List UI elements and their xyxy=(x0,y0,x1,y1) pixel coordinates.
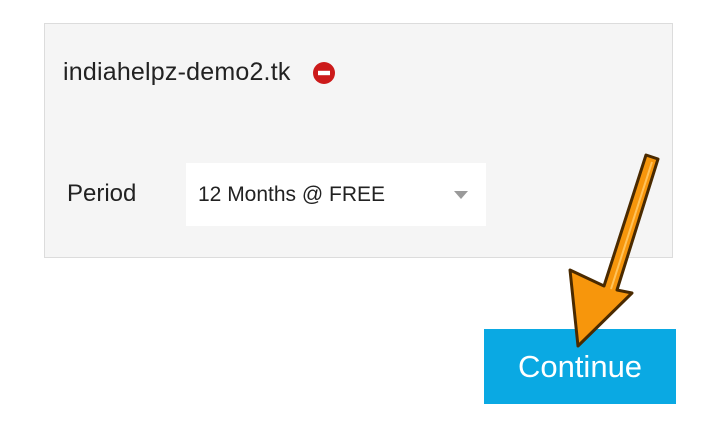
period-label: Period xyxy=(67,180,137,207)
remove-domain-icon[interactable] xyxy=(312,61,335,84)
domain-card: indiahelpz-demo2.tk Period 12 Months @ F… xyxy=(44,23,673,258)
period-selected-value: 12 Months @ FREE xyxy=(198,183,386,206)
chevron-down-icon xyxy=(454,191,468,199)
page: indiahelpz-demo2.tk Period 12 Months @ F… xyxy=(0,0,720,425)
domain-name: indiahelpz-demo2.tk xyxy=(63,58,291,86)
continue-button[interactable]: Continue xyxy=(484,329,676,404)
period-select[interactable]: 12 Months @ FREE xyxy=(186,163,486,226)
domain-row: indiahelpz-demo2.tk xyxy=(63,58,335,87)
